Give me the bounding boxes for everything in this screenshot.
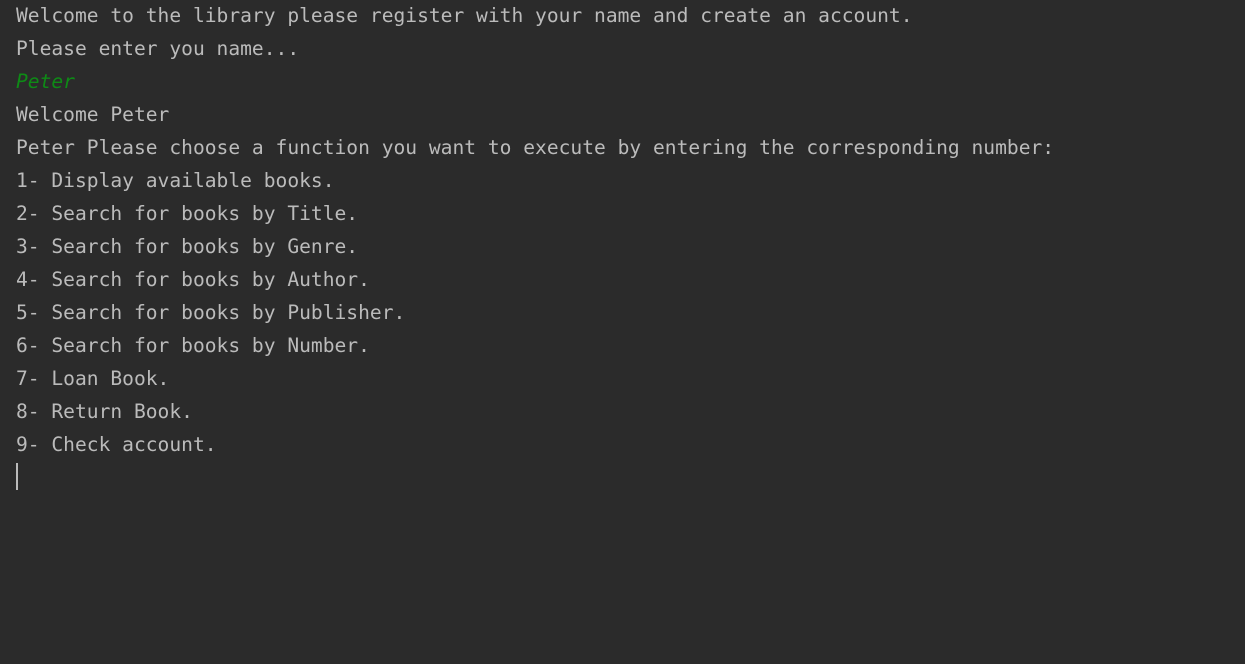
greeting: Welcome Peter xyxy=(16,103,170,126)
text-caret[interactable] xyxy=(16,463,18,490)
user-input-name: Peter xyxy=(16,70,75,93)
menu-option-5: 5- Search for books by Publisher. xyxy=(16,301,406,324)
menu-option-8: 8- Return Book. xyxy=(16,400,193,423)
name-prompt: Please enter you name... xyxy=(16,37,300,60)
menu-option-2: 2- Search for books by Title. xyxy=(16,202,359,225)
console-output[interactable]: Welcome to the library please register w… xyxy=(16,0,1054,490)
welcome-message: Welcome to the library please register w… xyxy=(16,4,913,27)
menu-option-4: 4- Search for books by Author. xyxy=(16,268,370,291)
menu-option-6: 6- Search for books by Number. xyxy=(16,334,370,357)
menu-prompt: Peter Please choose a function you want … xyxy=(16,136,1055,159)
menu-option-3: 3- Search for books by Genre. xyxy=(16,235,359,258)
menu-option-1: 1- Display available books. xyxy=(16,169,335,192)
menu-option-7: 7- Loan Book. xyxy=(16,367,170,390)
menu-option-9: 9- Check account. xyxy=(16,433,217,456)
